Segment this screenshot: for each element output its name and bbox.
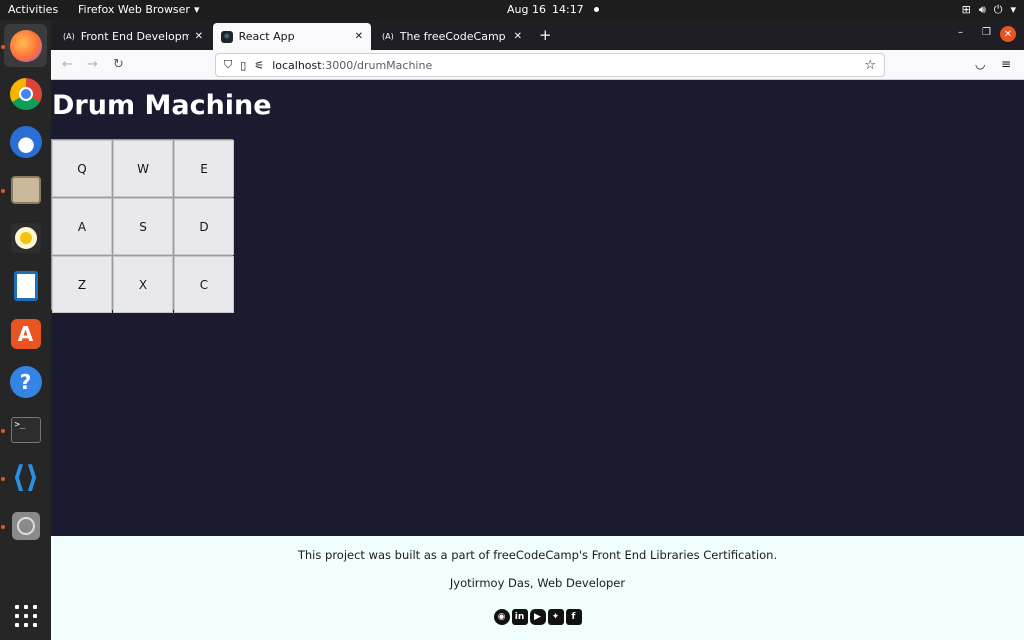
reload-icon[interactable]: ↻ [113,57,124,72]
dock-help[interactable]: ? [4,360,47,403]
permissions-icon[interactable]: ⚟ [254,59,264,72]
running-indicator [1,477,5,481]
vscode-icon: ⟨⟩ [11,460,40,495]
dock-terminal[interactable]: >_ [4,408,47,451]
tab-bar: (A) Front End Development L ✕ ⚛ React Ap… [51,20,1024,50]
drum-pad-e[interactable]: E [174,140,234,197]
clock-date: Aug 16 [507,3,546,16]
dock-rhythmbox[interactable] [4,216,47,259]
dock: A ? >_ ⟨⟩ [0,20,51,640]
power-icon: ⏻ [993,3,1003,16]
dock-vscode[interactable]: ⟨⟩ [4,456,47,499]
url-path: :3000/drumMachine [321,58,433,72]
dock-firefox[interactable] [4,24,47,67]
youtube-icon[interactable]: ▶ [529,609,546,625]
pocket-icon[interactable]: ◡ [975,57,985,71]
minimize-icon[interactable]: – [958,27,963,38]
help-icon: ? [9,365,42,398]
clock-time: 14:17 [551,3,584,16]
activities-button[interactable]: Activities [8,3,58,16]
running-indicator [1,429,5,433]
rhythmbox-icon [10,222,41,253]
close-tab-icon[interactable]: ✕ [514,31,522,42]
running-indicator [1,189,5,193]
github-icon[interactable]: ◉ [493,609,510,625]
tab-react-app[interactable]: ⚛ React App ✕ [213,23,371,50]
running-indicator [1,45,5,49]
footer-author-text: Jyotirmoy Das, Web Developer [449,576,626,590]
running-indicator [1,525,5,529]
page-icon: ▯ [240,58,247,72]
tab-freecodecamp-forum[interactable]: (A) The freeCodeCamp Forum ✕ [374,23,530,50]
dock-app-grid[interactable] [4,594,47,637]
drum-pad-x[interactable]: X [113,256,173,313]
social-links: ◉ in ▶ ✦ f [51,609,1024,625]
close-tab-icon[interactable]: ✕ [355,31,363,42]
tab-label: The freeCodeCamp Forum [399,30,508,43]
back-arrow-icon[interactable]: ← [62,57,73,72]
firefox-icon [9,29,42,62]
react-favicon-icon: (A) [382,32,394,41]
drum-pad-q[interactable]: Q [52,140,112,197]
terminal-icon: >_ [10,416,41,443]
url-bar[interactable]: ⛉ ▯ ⚟ localhost:3000/drumMachine ☆ [215,53,885,77]
notification-dot-icon [593,7,599,12]
files-icon [10,175,41,204]
close-tab-icon[interactable]: ✕ [195,31,203,42]
caret-down-icon: ▾ [1010,3,1016,16]
linkedin-icon[interactable]: in [511,609,528,625]
writer-icon [13,270,38,301]
system-tray[interactable]: ⊞ 🔊︎ ⏻ ▾ [962,2,1016,18]
drum-pad-grid: Q W E A S D Z X C [51,139,234,313]
app-grid-icon [14,604,37,627]
dock-writer[interactable] [4,264,47,307]
volume-icon: 🔊︎ [978,3,986,16]
react-favicon-icon: ⚛ [221,30,233,43]
footer-credit-text: This project was built as a part of free… [297,548,778,562]
page-title: Drum Machine [52,90,272,121]
tab-label: Front End Development L [80,30,189,43]
disc-icon [11,511,40,540]
dock-disc[interactable] [4,504,47,547]
page-content: Drum Machine Q W E A S D Z X C This proj… [51,80,1024,640]
drum-pad-a[interactable]: A [52,198,112,255]
tab-front-end-development[interactable]: (A) Front End Development L ✕ [55,23,211,50]
drum-pad-c[interactable]: C [174,256,234,313]
dock-thunderbird[interactable] [4,120,47,163]
caret-down-icon: ▾ [193,3,200,16]
new-tab-plus-icon[interactable]: + [539,26,552,44]
window-close-icon[interactable]: ✕ [1000,26,1016,42]
drum-pad-s[interactable]: S [113,198,173,255]
url-host: localhost [272,58,322,72]
drum-pad-w[interactable]: W [113,140,173,197]
drum-pad-d[interactable]: D [174,198,234,255]
facebook-icon[interactable]: f [565,609,582,625]
react-favicon-icon: (A) [63,32,75,41]
app-menu-label: Firefox Web Browser [78,3,190,16]
network-icon: ⊞ [961,3,971,16]
drum-pad-z[interactable]: Z [52,256,112,313]
thunderbird-icon [9,125,42,158]
dock-files[interactable] [4,168,47,211]
dock-software[interactable]: A [4,312,47,355]
system-top-bar: Activities Firefox Web Browser ▾ Aug 16 … [0,0,1024,20]
bookmark-star-icon[interactable]: ☆ [864,58,876,73]
restore-icon[interactable]: ❐ [982,27,991,38]
app-menu[interactable]: Firefox Web Browser ▾ [78,3,200,16]
clock[interactable]: Aug 16 14:17 [507,3,599,16]
navigation-bar: ← → ↻ ⛉ ▯ ⚟ localhost:3000/drumMachine ☆… [51,50,1024,80]
forward-arrow-icon[interactable]: → [87,57,98,72]
twitter-icon[interactable]: ✦ [547,609,564,625]
chrome-icon [9,77,42,110]
tab-label: React App [238,30,295,43]
software-icon: A [10,318,41,349]
menu-hamburger-icon[interactable]: ≡ [1001,57,1011,71]
shield-icon[interactable]: ⛉ [224,58,232,72]
footer: This project was built as a part of free… [51,536,1024,640]
dock-chrome[interactable] [4,72,47,115]
